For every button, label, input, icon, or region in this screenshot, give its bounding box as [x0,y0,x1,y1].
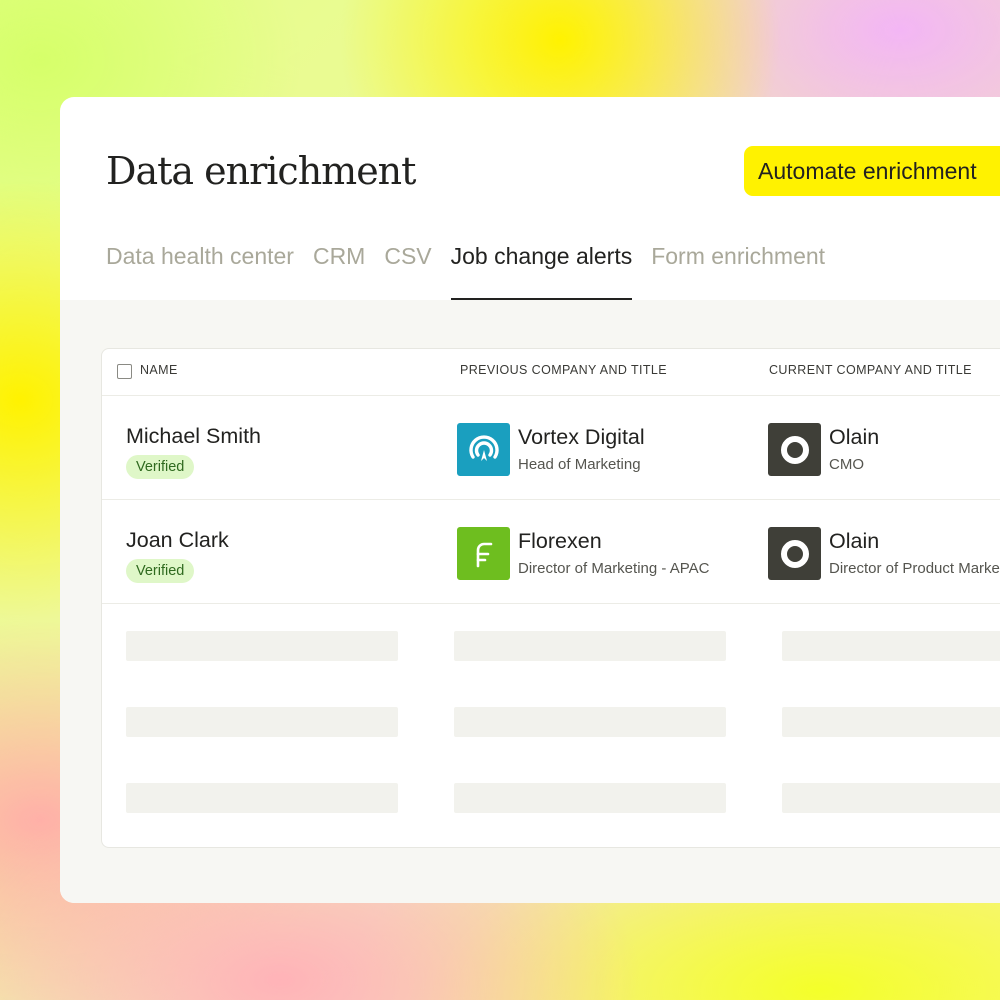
tab-bar: Data health center CRM CSV Job change al… [106,239,825,300]
previous-company-name: Vortex Digital [518,425,645,449]
select-all-checkbox[interactable] [117,364,132,379]
table-row[interactable]: Joan Clark Verified Florexen Director of… [102,500,1000,604]
column-header-current[interactable]: CURRENT COMPANY AND TITLE [769,349,972,395]
automate-enrichment-button[interactable]: Automate enrichment [744,146,1000,196]
skeleton-cell [126,631,398,661]
column-header-previous[interactable]: PREVIOUS COMPANY AND TITLE [460,349,667,395]
previous-company-name: Florexen [518,529,602,553]
skeleton-cell [782,783,1000,813]
data-enrichment-panel: Data enrichment Automate enrichment Data… [60,97,1000,903]
content-area: NAME PREVIOUS COMPANY AND TITLE CURRENT … [60,300,1000,903]
tab-crm[interactable]: CRM [313,239,365,300]
verified-badge: Verified [126,455,195,479]
tab-form-enrichment[interactable]: Form enrichment [651,239,825,300]
page-title: Data enrichment [106,149,416,193]
person-name: Michael Smith [126,424,262,448]
tab-csv[interactable]: CSV [384,239,431,300]
column-header-name[interactable]: NAME [140,349,178,395]
skeleton-cell [782,631,1000,661]
skeleton-cell [126,783,398,813]
verified-badge: Verified [126,559,195,583]
current-company-title: CMO [829,456,864,473]
job-change-table: NAME PREVIOUS COMPANY AND TITLE CURRENT … [101,348,1000,848]
skeleton-cell [126,707,398,737]
skeleton-cell [454,631,726,661]
tab-job-change-alerts[interactable]: Job change alerts [450,239,633,300]
person-name: Joan Clark [126,528,229,552]
skeleton-cell [454,783,726,813]
previous-company-title: Director of Marketing - APAC [518,560,710,577]
table-header: NAME PREVIOUS COMPANY AND TITLE CURRENT … [102,349,1000,396]
olain-logo-icon [768,527,821,580]
current-company-name: Olain [829,529,880,553]
vortex-logo-icon [457,423,510,476]
florexen-logo-icon [457,527,510,580]
olain-logo-icon [768,423,821,476]
current-company-name: Olain [829,425,880,449]
table-row[interactable]: Michael Smith Verified Vortex Digital He… [102,396,1000,500]
skeleton-cell [782,707,1000,737]
previous-company-title: Head of Marketing [518,456,641,473]
tab-data-health-center[interactable]: Data health center [106,239,294,300]
skeleton-cell [454,707,726,737]
current-company-title: Director of Product Marketing [829,560,1000,577]
